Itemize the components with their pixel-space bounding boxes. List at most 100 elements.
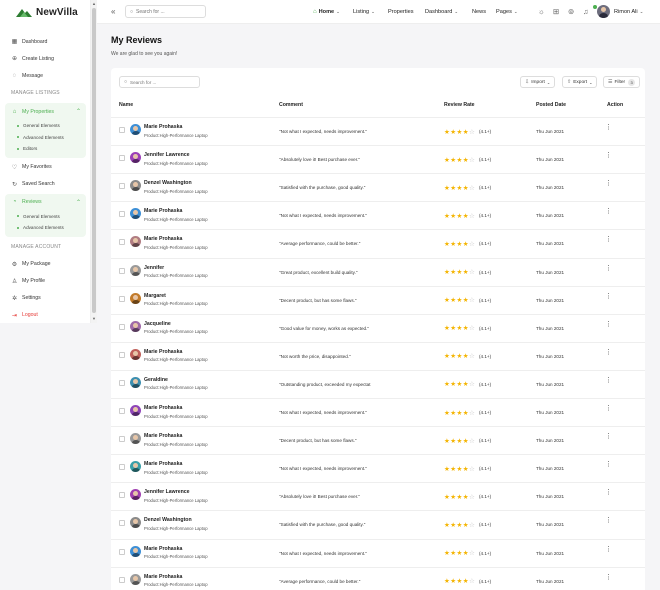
- table-row[interactable]: Marie Prohaska Product:High-Performance …: [111, 117, 645, 145]
- table-row[interactable]: Marie Prohaska Product:High-Performance …: [111, 538, 645, 567]
- sidebar-item-saved-search[interactable]: ↻ Saved Search: [0, 176, 91, 193]
- nav-pages[interactable]: Pages ⌄: [496, 0, 518, 24]
- sidebar-item-my-favorites[interactable]: ♡ My Favorites: [0, 159, 91, 176]
- sidebar-item-reviews[interactable]: ◔ Reviews ⌃: [5, 194, 86, 211]
- star-rating: ★★★★☆: [444, 380, 475, 388]
- row-checkbox[interactable]: [119, 211, 125, 218]
- table-row[interactable]: Marie Prohaska Product:High-Performance …: [111, 454, 645, 482]
- sidebar-item-logout[interactable]: ⇥ Logout: [0, 307, 91, 324]
- table-row[interactable]: Jennifer Lawrence Product:High-Performan…: [111, 145, 645, 173]
- more-actions-icon[interactable]: ⋮: [605, 489, 612, 496]
- row-checkbox[interactable]: [119, 464, 125, 471]
- table-search[interactable]: ○: [119, 76, 200, 88]
- collapse-sidebar-icon[interactable]: «: [111, 7, 115, 16]
- row-checkbox[interactable]: [119, 127, 125, 133]
- scroll-down-icon[interactable]: ▼: [91, 316, 97, 322]
- review-rate-value: (4.1+): [479, 550, 492, 556]
- apps-grid-icon[interactable]: ⊞: [553, 7, 559, 16]
- column-header-review-rate[interactable]: Review Rate: [444, 102, 475, 108]
- row-checkbox[interactable]: [119, 155, 125, 162]
- review-comment: "Average performance, could be better.": [279, 241, 361, 247]
- row-checkbox[interactable]: [119, 267, 125, 274]
- sidebar-subitem-editors[interactable]: Editors: [5, 143, 86, 155]
- brand-name: NewVilla: [36, 6, 78, 18]
- sidebar-subitem-general-elements[interactable]: General Elements: [5, 211, 86, 223]
- more-actions-icon[interactable]: ⋮: [605, 377, 612, 384]
- nav-home[interactable]: ⌂ Home ⌄: [313, 0, 340, 24]
- table-row[interactable]: Jacqueline Product:High-Performance Lapt…: [111, 313, 645, 342]
- table-row[interactable]: Marie Prohaska Product:High-Performance …: [111, 341, 645, 370]
- sidebar-subitem-advanced-elements[interactable]: Advanced Elements: [5, 132, 86, 144]
- theme-toggle-icon[interactable]: ☼: [538, 7, 545, 16]
- import-icon: ⇩: [525, 79, 530, 85]
- table-row[interactable]: Jennifer Lawrence Product:High-Performan…: [111, 482, 645, 510]
- column-header-posted-date[interactable]: Posted Date: [536, 102, 566, 108]
- table-row[interactable]: Margaret Product:High-Performance Laptop…: [111, 285, 645, 314]
- sidebar-item-my-properties[interactable]: ⌂ My Properties ⌃: [5, 103, 86, 120]
- more-actions-icon[interactable]: ⋮: [605, 265, 612, 272]
- table-search-input[interactable]: [130, 79, 196, 85]
- sidebar-item-dashboard[interactable]: ▦ Dashboard: [0, 33, 91, 50]
- logo[interactable]: NewVilla: [16, 6, 78, 18]
- nav-news[interactable]: News: [472, 0, 486, 24]
- table-row[interactable]: Marie Prohaska Product:High-Performance …: [111, 398, 645, 426]
- row-checkbox[interactable]: [119, 351, 125, 358]
- row-checkbox[interactable]: [119, 379, 125, 386]
- more-actions-icon[interactable]: ⋮: [605, 236, 612, 243]
- sidebar-item-message[interactable]: ◌ Message: [0, 67, 91, 84]
- row-checkbox[interactable]: [119, 492, 125, 499]
- nav-properties[interactable]: Properties: [388, 0, 414, 24]
- more-actions-icon[interactable]: ⋮: [605, 546, 612, 553]
- row-checkbox[interactable]: [119, 520, 125, 527]
- more-actions-icon[interactable]: ⋮: [605, 574, 612, 581]
- sidebar-subitem-advanced-elements[interactable]: Advanced Elements: [5, 222, 86, 234]
- chat-icon[interactable]: ⊚: [568, 7, 574, 16]
- header-search[interactable]: ○: [125, 5, 206, 18]
- more-actions-icon[interactable]: ⋮: [605, 293, 612, 300]
- more-actions-icon[interactable]: ⋮: [605, 124, 612, 131]
- row-checkbox[interactable]: [119, 323, 125, 330]
- more-actions-icon[interactable]: ⋮: [605, 180, 612, 187]
- more-actions-icon[interactable]: ⋮: [605, 208, 612, 215]
- column-header-comment[interactable]: Comment: [279, 102, 303, 108]
- table-row[interactable]: Jennifer Product:High-Performance Laptop…: [111, 257, 645, 286]
- more-actions-icon[interactable]: ⋮: [605, 152, 612, 159]
- star-rating: ★★★★☆: [444, 465, 475, 473]
- table-row[interactable]: Geraldine Product:High-Performance Lapto…: [111, 369, 645, 398]
- row-checkbox[interactable]: [119, 239, 125, 246]
- more-actions-icon[interactable]: ⋮: [605, 405, 612, 412]
- more-actions-icon[interactable]: ⋮: [605, 349, 612, 356]
- row-checkbox[interactable]: [119, 295, 125, 302]
- sidebar-item-my-package[interactable]: ⚙ My Package: [0, 256, 91, 273]
- sidebar-item-create-listing[interactable]: ⊕ Create Listing: [0, 50, 91, 67]
- nav-listing[interactable]: Listing ⌄: [353, 0, 375, 24]
- row-checkbox[interactable]: [119, 576, 125, 583]
- import-button[interactable]: ⇩ Import ⌄: [520, 76, 556, 88]
- review-rate-value: (4.1+): [479, 241, 492, 247]
- more-actions-icon[interactable]: ⋮: [605, 517, 612, 524]
- table-row[interactable]: Denzel Washington Product:High-Performan…: [111, 173, 645, 201]
- header-search-input[interactable]: [136, 8, 202, 15]
- user-menu[interactable]: Rimon Ali ⌄: [597, 5, 643, 18]
- table-row[interactable]: Marie Prohaska Product:High-Performance …: [111, 426, 645, 454]
- sidebar-item-my-profile[interactable]: ♙ My Profile: [0, 273, 91, 290]
- row-checkbox[interactable]: [119, 408, 125, 414]
- export-button[interactable]: ⇧ Export ⌄: [562, 76, 598, 88]
- row-checkbox[interactable]: [119, 183, 125, 190]
- row-checkbox[interactable]: [119, 548, 125, 555]
- nav-dashboard[interactable]: Dashboard ⌄: [425, 0, 458, 24]
- sidebar-item-settings[interactable]: ✲ Settings: [0, 290, 91, 307]
- table-row[interactable]: Marie Prohaska Product:High-Performance …: [111, 566, 645, 590]
- more-actions-icon[interactable]: ⋮: [605, 321, 612, 328]
- table-row[interactable]: Marie Prohaska Product:High-Performance …: [111, 229, 645, 257]
- column-header-name[interactable]: Name: [119, 102, 133, 108]
- sidebar-scrollbar-thumb[interactable]: [92, 8, 96, 313]
- table-row[interactable]: Marie Prohaska Product:High-Performance …: [111, 201, 645, 229]
- sidebar-subitem-general-elements[interactable]: General Elements: [5, 120, 86, 132]
- bell-icon[interactable]: ♫: [583, 7, 589, 16]
- row-checkbox[interactable]: [119, 436, 125, 443]
- filter-button[interactable]: ☰ Filter 3: [603, 76, 641, 88]
- more-actions-icon[interactable]: ⋮: [605, 433, 612, 440]
- table-row[interactable]: Denzel Washington Product:High-Performan…: [111, 510, 645, 538]
- more-actions-icon[interactable]: ⋮: [605, 461, 612, 468]
